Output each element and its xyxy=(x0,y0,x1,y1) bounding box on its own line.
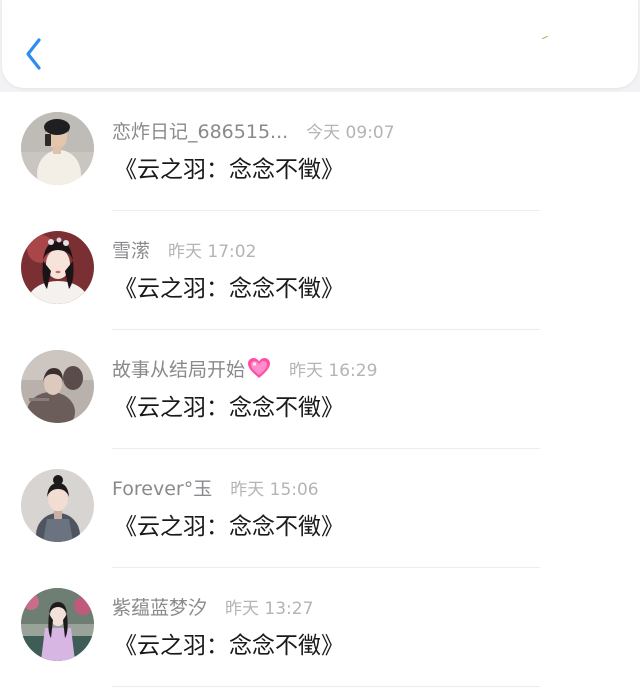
list-item[interactable]: 恋炸日记_686515... 今天 09:07 《云之羽：念念不徵》 xyxy=(0,92,640,211)
heart-emoji-icon xyxy=(248,358,271,378)
sender-name: Forever°玉 xyxy=(112,477,213,500)
message-meta: 故事从结局开始 昨天 16:29 xyxy=(112,356,378,381)
avatar[interactable] xyxy=(21,469,94,542)
avatar[interactable] xyxy=(21,112,94,185)
person-avatar xyxy=(21,588,94,661)
list-item[interactable]: 紫蕴蓝梦汐 昨天 13:27 《云之羽：念念不徵》 xyxy=(0,568,640,687)
avatar[interactable] xyxy=(21,231,94,304)
person-avatar xyxy=(21,350,94,423)
header-mark xyxy=(542,36,548,39)
timestamp: 昨天 17:02 xyxy=(168,241,257,262)
sender-name: 紫蕴蓝梦汐 xyxy=(112,596,208,619)
top-bar xyxy=(2,0,638,88)
list-item[interactable]: 故事从结局开始 昨天 16:29 《云之羽：念念不徵》 xyxy=(0,330,640,449)
message-text: 《云之羽：念念不徵》 xyxy=(114,514,344,540)
timestamp: 昨天 13:27 xyxy=(225,598,314,619)
message-meta: 紫蕴蓝梦汐 昨天 13:27 xyxy=(112,594,314,619)
timestamp: 今天 09:07 xyxy=(306,122,395,143)
person-avatar xyxy=(21,112,94,185)
message-text: 《云之羽：念念不徵》 xyxy=(114,157,344,183)
person-avatar xyxy=(21,469,94,542)
message-text: 《云之羽：念念不徵》 xyxy=(114,633,344,659)
list-item[interactable]: Forever°玉 昨天 15:06 《云之羽：念念不徵》 xyxy=(0,449,640,568)
back-button[interactable] xyxy=(20,34,50,74)
avatar[interactable] xyxy=(21,350,94,423)
message-text: 《云之羽：念念不徵》 xyxy=(114,276,344,302)
sender-name: 雪潆 xyxy=(112,239,151,262)
sender-name: 故事从结局开始 xyxy=(112,358,246,381)
person-avatar xyxy=(21,231,94,304)
list-item[interactable]: 雪潆 昨天 17:02 《云之羽：念念不徵》 xyxy=(0,211,640,330)
avatar[interactable] xyxy=(21,588,94,661)
message-list: 恋炸日记_686515... 今天 09:07 《云之羽：念念不徵》 雪潆 昨天… xyxy=(0,92,640,687)
chevron-left-icon xyxy=(26,38,41,70)
timestamp: 昨天 15:06 xyxy=(230,479,319,500)
message-meta: 恋炸日记_686515... 今天 09:07 xyxy=(112,118,395,143)
message-text: 《云之羽：念念不徵》 xyxy=(114,395,344,421)
sender-name: 恋炸日记_686515... xyxy=(112,120,289,143)
message-meta: 雪潆 昨天 17:02 xyxy=(112,237,257,262)
timestamp: 昨天 16:29 xyxy=(289,360,378,381)
message-meta: Forever°玉 昨天 15:06 xyxy=(112,475,319,500)
